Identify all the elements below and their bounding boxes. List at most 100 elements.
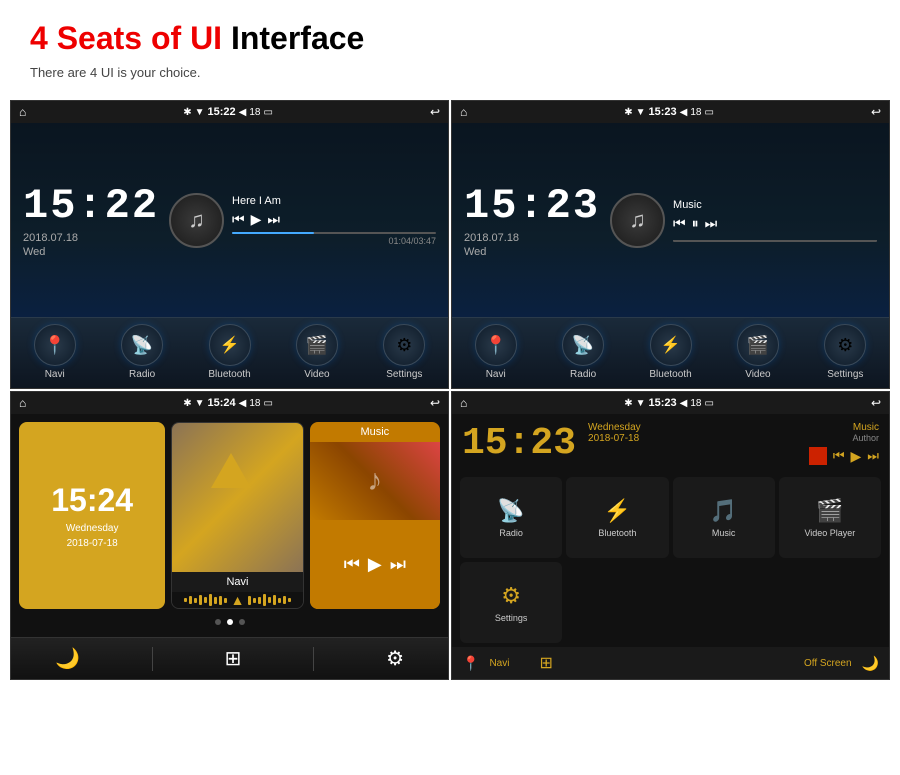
music-controls-s2[interactable]: ⏮ ⏸ ⏭	[673, 215, 877, 232]
bluetooth-icon-s4: ⚡	[604, 498, 631, 524]
music-progress-fill-s1	[232, 232, 314, 234]
nav-bluetooth-s2[interactable]: ⚡ Bluetooth	[627, 324, 714, 380]
main-area-s3: 15:24 Wednesday 2018-07-18 Navi	[11, 414, 448, 637]
clock-day-s2: Wed	[464, 246, 600, 258]
prev-btn-s1[interactable]: ⏮	[232, 211, 245, 228]
music-play-s3[interactable]: ▶	[368, 554, 382, 575]
s4-video[interactable]: 🎬 Video Player	[779, 477, 881, 558]
battery-s3: 18	[249, 398, 260, 409]
screen-2: ⌂ ✱ ▼ 15:23 ◀ 18 ▭ ↩ 15:23 2018.07.18 We…	[451, 100, 890, 389]
nav-radio-s1[interactable]: 📡 Radio	[98, 324, 185, 380]
s4-clock: 15:23	[462, 422, 576, 465]
s4-grid: 📡 Radio ⚡ Bluetooth 🎵 Music 🎬 Video Play…	[452, 473, 889, 647]
sleep-btn-s3[interactable]: 🌙	[55, 646, 80, 671]
apps-grid-icon-s4[interactable]: ⊞	[539, 653, 552, 673]
vol-s2: ◀	[680, 107, 688, 118]
dot-1	[215, 619, 221, 625]
radio-icon-s4: 📡	[497, 498, 524, 524]
back-s4: ↩	[871, 396, 881, 410]
s4-music[interactable]: 🎵 Music	[673, 477, 775, 558]
battery-s1: 18	[249, 107, 260, 118]
bluetooth-status-s3: ✱	[183, 398, 191, 409]
radio-label-s1: Radio	[129, 369, 155, 380]
screens-grid: ⌂ ✱ ▼ 15:22 ◀ 18 ▭ ↩ 15:22 2018.07.18 We…	[10, 100, 890, 680]
settings-label-s2: Settings	[827, 369, 863, 380]
home-icon-s1: ⌂	[19, 105, 26, 119]
music-info-s1: Here I Am ⏮ ▶ ⏭ 01:04/03:47	[232, 195, 436, 246]
nav-bluetooth-s1[interactable]: ⚡ Bluetooth	[186, 324, 273, 380]
nav-video-s1[interactable]: 🎬 Video	[273, 324, 360, 380]
subtitle: There are 4 UI is your choice.	[30, 65, 870, 80]
music-prev-s3[interactable]: ⏮	[344, 554, 360, 575]
music-widget-s2: ♫ Music ⏮ ⏸ ⏭	[610, 193, 877, 248]
next-btn-s2[interactable]: ⏭	[705, 215, 718, 232]
play-btn-s1[interactable]: ▶	[251, 211, 262, 228]
battery-icon-s4: ▭	[705, 398, 714, 409]
navi-card-label: Navi	[172, 572, 302, 592]
signal-s4: ▼	[636, 398, 646, 409]
s4-top: 15:23 Wednesday 2018-07-18 Music Author …	[452, 414, 889, 473]
record-indicator	[809, 447, 827, 465]
apps-btn-s3[interactable]: ⊞	[225, 646, 242, 671]
card-navi-s3[interactable]: Navi ▲	[171, 422, 303, 609]
radio-icon-s1: 📡	[131, 335, 153, 356]
settings-btn-s3[interactable]: ⚙	[386, 646, 404, 671]
nav-navi-s2[interactable]: 📍 Navi	[452, 324, 539, 380]
s4-music-controls[interactable]: ⏮ ▶ ⏭	[809, 447, 879, 465]
bluetooth-label-s4: Bluetooth	[598, 528, 636, 538]
s4-date-block: Wednesday 2018-07-18	[588, 422, 641, 444]
screen-3: ⌂ ✱ ▼ 15:24 ◀ 18 ▭ ↩ 15:24 Wednesday 201…	[10, 391, 449, 680]
pause-btn-s2[interactable]: ⏸	[692, 215, 699, 232]
nav-settings-s1[interactable]: ⚙ Settings	[361, 324, 448, 380]
card-clock-s3: 15:24 Wednesday 2018-07-18	[19, 422, 165, 609]
home-icon-s3: ⌂	[19, 396, 26, 410]
music-note-s2: ♫	[629, 207, 646, 233]
status-bar-3: ⌂ ✱ ▼ 15:24 ◀ 18 ▭ ↩	[11, 392, 448, 414]
music-card-label: Music	[310, 422, 440, 442]
bluetooth-status-s2: ✱	[624, 107, 632, 118]
next-btn-s1[interactable]: ⏭	[267, 211, 280, 228]
vol-s1: ◀	[239, 107, 247, 118]
prev-btn-s2[interactable]: ⏮	[673, 215, 686, 232]
card-clock-day: Wednesday	[66, 523, 119, 534]
music-bg-note: ♪	[367, 464, 382, 498]
screen-1: ⌂ ✱ ▼ 15:22 ◀ 18 ▭ ↩ 15:22 2018.07.18 We…	[10, 100, 449, 389]
toolbar-s3: 🌙 ⊞ ⚙	[11, 637, 448, 679]
nav-navi-s1[interactable]: 📍 Navi	[11, 324, 98, 380]
s4-music-author: Author	[852, 433, 879, 443]
s4-prev[interactable]: ⏮	[833, 448, 845, 464]
screen-4: ⌂ ✱ ▼ 15:23 ◀ 18 ▭ ↩ 15:23 Wednesday	[451, 391, 890, 680]
music-controls-s1[interactable]: ⏮ ▶ ⏭	[232, 211, 436, 228]
card-music-s3[interactable]: Music ♪ ⏮ ▶ ⏭	[310, 422, 440, 609]
main-area-s2: 15:23 2018.07.18 Wed ♫ Music ⏮ ⏸ ⏭	[452, 123, 889, 317]
music-next-s3[interactable]: ⏭	[390, 554, 406, 575]
page-header: 4 Seats of UI Interface There are 4 UI i…	[0, 0, 900, 90]
music-info-s2: Music ⏮ ⏸ ⏭	[673, 199, 877, 242]
nav-radio-s2[interactable]: 📡 Radio	[539, 324, 626, 380]
bottom-nav-s1: 📍 Navi 📡 Radio ⚡ Bluetooth 🎬 V	[11, 317, 448, 388]
s4-play[interactable]: ▶	[851, 448, 862, 465]
s4-date: 2018-07-18	[588, 433, 641, 444]
title-black: Interface	[231, 20, 364, 56]
s4-bluetooth[interactable]: ⚡ Bluetooth	[566, 477, 668, 558]
video-icon-s4: 🎬	[816, 498, 843, 524]
s4-next[interactable]: ⏭	[867, 448, 879, 464]
music-widget-s1: ♫ Here I Am ⏮ ▶ ⏭ 01:04/03:47	[169, 193, 436, 248]
off-screen-label: Off Screen	[804, 658, 852, 669]
clock-date-s1: 2018.07.18	[23, 232, 159, 244]
nav-video-s2[interactable]: 🎬 Video	[714, 324, 801, 380]
nav-settings-s2[interactable]: ⚙ Settings	[802, 324, 889, 380]
title-red: 4 Seats of UI	[30, 20, 222, 56]
battery-s4: 18	[690, 398, 701, 409]
status-bar-2: ⌂ ✱ ▼ 15:23 ◀ 18 ▭ ↩	[452, 101, 889, 123]
s4-settings[interactable]: ⚙ Settings	[460, 562, 562, 643]
music-card-controls[interactable]: ⏮ ▶ ⏭	[310, 520, 440, 610]
clock-s2: 15:23 2018.07.18 Wed	[464, 182, 600, 258]
vol-s4: ◀	[680, 398, 688, 409]
signal-s2: ▼	[636, 107, 646, 118]
bottom-nav-s2: 📍 Navi 📡 Radio ⚡ Bluetooth 🎬 V	[452, 317, 889, 388]
bluetooth-icon-s2: ⚡	[661, 335, 681, 355]
moon-icon-s4[interactable]: 🌙	[862, 655, 879, 672]
s4-radio[interactable]: 📡 Radio	[460, 477, 562, 558]
settings-label-s1: Settings	[386, 369, 422, 380]
